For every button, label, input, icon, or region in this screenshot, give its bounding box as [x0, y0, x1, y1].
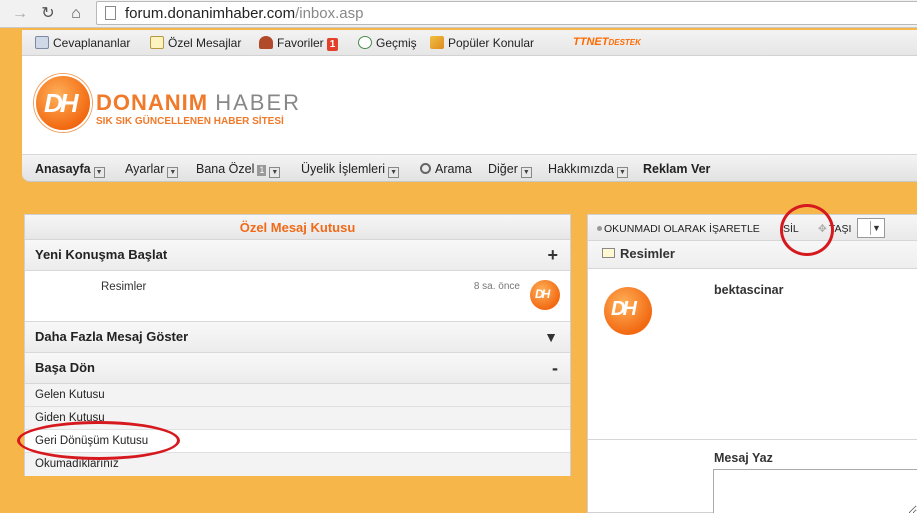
envelope-icon: [602, 248, 615, 258]
chart-icon: [430, 36, 444, 49]
plus-icon[interactable]: +: [547, 240, 558, 270]
move-icon: ✥: [818, 223, 827, 235]
nav-uyelik-islemleri[interactable]: Üyelik İşlemleri ▼: [301, 162, 400, 178]
site-name: DONANIM HABER: [96, 90, 302, 115]
nav-arama[interactable]: Arama: [420, 162, 472, 176]
chevron-down-icon[interactable]: ▼: [93, 167, 105, 178]
chevron-down-icon[interactable]: ▼: [520, 167, 532, 178]
nav-hakkimizda[interactable]: Hakkımızda ▼: [548, 162, 628, 178]
url-text: forum.donanimhaber.com/inbox.asp: [125, 5, 364, 22]
bullet-icon: [597, 226, 602, 231]
folder-geri-donusum-kutusu[interactable]: Geri Dönüşüm Kutusu: [25, 430, 570, 453]
show-more-messages-button[interactable]: Daha Fazla Mesaj Göster ▼: [25, 322, 570, 353]
message-reader: OKUNMADI OLARAK İŞARETLE SİL ✥ TAŞI ▼ Res…: [587, 214, 917, 513]
chevron-down-icon[interactable]: ▼: [617, 167, 628, 178]
message-title: Resimler: [588, 241, 917, 269]
main-navigation: Anasayfa ▼ Ayarlar ▼ Bana Özel 1 ▼ Üyelik İş…: [22, 154, 917, 182]
chevron-down-icon[interactable]: ▼: [167, 167, 179, 178]
home-icon[interactable]: ⌂: [66, 4, 86, 24]
history-clock-icon: [358, 36, 372, 49]
toolbar-favoriler[interactable]: Favoriler 1: [259, 36, 339, 51]
inbox-title: Özel Mesaj Kutusu: [25, 215, 570, 240]
minus-icon[interactable]: -: [552, 353, 558, 383]
message-textarea[interactable]: [713, 469, 917, 513]
chevron-down-icon[interactable]: ▼: [388, 167, 400, 178]
move-folder-select[interactable]: ▼: [857, 218, 885, 238]
chevron-down-icon: ▼: [870, 221, 882, 235]
chevron-down-icon[interactable]: ▼: [269, 167, 281, 178]
toolbar-cevaplananlar[interactable]: Cevaplananlar: [35, 36, 130, 50]
sender-avatar[interactable]: DH: [604, 287, 652, 335]
message-time: 8 sa. önce: [473, 281, 520, 292]
site-toolbar: Cevaplananlar Özel Mesajlar Favoriler 1 G…: [22, 30, 917, 56]
folder-giden-kutusu[interactable]: Giden Kutusu: [25, 407, 570, 430]
search-icon: [420, 163, 431, 174]
message-list-item[interactable]: Resimler 8 sa. önce DH: [25, 271, 570, 322]
address-bar[interactable]: forum.donanimhaber.com/inbox.asp: [96, 1, 917, 25]
favorites-badge: 1: [326, 38, 339, 51]
back-to-top-button[interactable]: Başa Dön -: [25, 353, 570, 384]
sender-username[interactable]: bektascinar: [714, 283, 783, 297]
move-button[interactable]: ✥ TAŞI: [818, 223, 851, 235]
nav-count-badge: 1: [257, 165, 267, 176]
mark-unread-button[interactable]: OKUNMADI OLARAK İŞARETLE: [597, 223, 760, 235]
reply-list-icon: [35, 36, 49, 49]
write-message-label: Mesaj Yaz: [714, 451, 773, 465]
page-icon: [105, 6, 116, 20]
nav-bana-ozel[interactable]: Bana Özel 1 ▼: [196, 162, 281, 178]
sender-avatar: DH: [530, 280, 560, 310]
nav-diger[interactable]: Diğer ▼: [488, 162, 532, 178]
toolbar-ozel-mesajlar[interactable]: Özel Mesajlar: [150, 36, 241, 50]
nav-reklam-ver[interactable]: Reklam Ver: [643, 162, 710, 176]
reload-icon[interactable]: ↻: [38, 4, 58, 24]
site-tagline: SIK SIK GÜNCELLENEN HABER SİTESİ: [96, 116, 284, 127]
ttnet-destek-link[interactable]: TTNETDESTEK: [573, 36, 641, 48]
nav-anasayfa[interactable]: Anasayfa ▼: [35, 162, 105, 178]
back-arrow-icon[interactable]: →: [10, 4, 30, 24]
browser-toolbar: → ↻ ⌂ forum.donanimhaber.com/inbox.asp: [0, 0, 917, 28]
message-subject[interactable]: Resimler: [101, 281, 146, 293]
divider: [588, 439, 917, 440]
site-logo[interactable]: DH: [34, 74, 92, 132]
site-header: DH DONANIM HABER SIK SIK GÜNCELLENEN HAB…: [22, 56, 917, 156]
triangle-down-icon[interactable]: ▼: [544, 322, 558, 352]
inbox-panel: Özel Mesaj Kutusu Yeni Konuşma Başlat + …: [24, 214, 571, 476]
toolbar-gecmis[interactable]: Geçmiş: [358, 36, 417, 50]
message-actions-bar: OKUNMADI OLARAK İŞARETLE SİL ✥ TAŞI ▼: [588, 215, 917, 241]
toolbar-populer-konular[interactable]: Popüler Konular: [430, 36, 534, 50]
new-conversation-button[interactable]: Yeni Konuşma Başlat +: [25, 240, 570, 271]
folder-gelen-kutusu[interactable]: Gelen Kutusu: [25, 384, 570, 407]
heart-icon: [259, 36, 273, 49]
nav-ayarlar[interactable]: Ayarlar ▼: [125, 162, 179, 178]
delete-button[interactable]: SİL: [783, 223, 799, 235]
folder-okumadiklariniz[interactable]: Okumadıklarınız: [25, 453, 570, 476]
envelope-icon: [150, 36, 164, 49]
